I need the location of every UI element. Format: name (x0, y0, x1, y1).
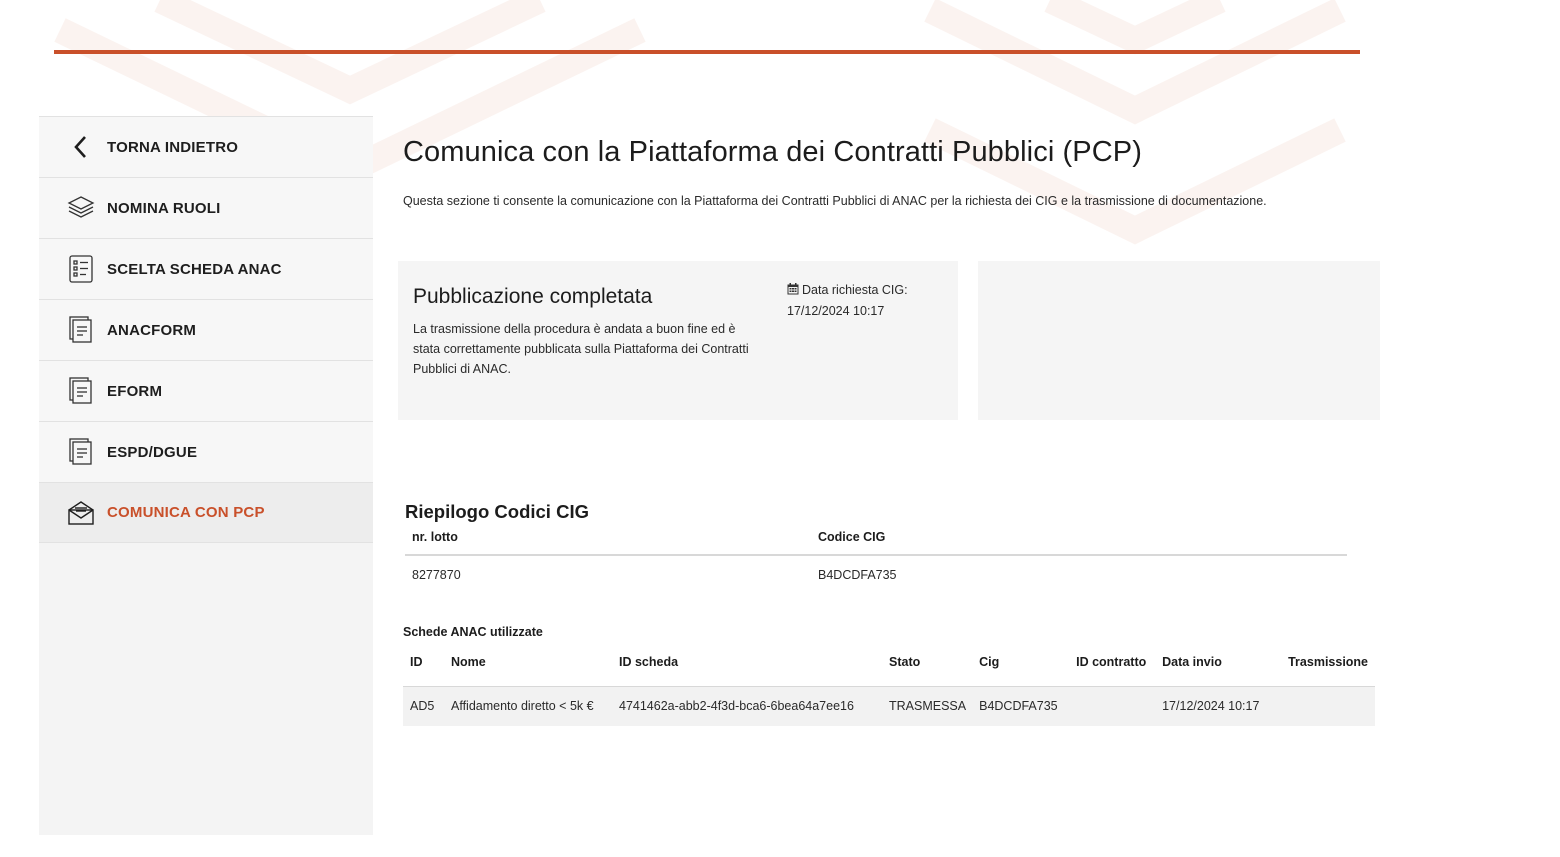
sidebar-item-label: ESPD/DGUE (107, 443, 198, 461)
table-cell: 4741462a-abb2-4f3d-bca6-6bea64a7ee16 (612, 686, 882, 726)
sidebar-item-label: SCELTA SCHEDA ANAC (107, 260, 282, 278)
status-title: Pubblicazione completata (413, 285, 653, 308)
sidebar-item-label: EFORM (107, 382, 163, 400)
status-card: Pubblicazione completata La trasmissione… (398, 261, 958, 420)
table-cell: 17/12/2024 10:17 (1155, 686, 1282, 726)
column-header: ID contratto (1069, 652, 1156, 687)
documents-icon (67, 437, 95, 467)
sidebar-item-comunica-con-pcp[interactable]: COMUNICA CON PCP (39, 482, 373, 543)
envelope-open-icon (67, 498, 95, 528)
table-cell: B4DCDFA735 (972, 686, 1070, 726)
column-header: Codice CIG (811, 520, 1347, 556)
column-header: ID (403, 652, 444, 687)
column-header: Trasmissione (1281, 652, 1375, 687)
table-row: 8277870 B4DCDFA735 (405, 555, 1347, 594)
sidebar-item-label: ANACFORM (107, 321, 197, 339)
sidebar-item-label: COMUNICA CON PCP (107, 504, 265, 521)
column-header: nr. lotto (405, 520, 811, 556)
column-header: Data invio (1155, 652, 1282, 687)
sidebar-item-nomina-ruoli[interactable]: NOMINA RUOLI (39, 177, 373, 238)
column-header: Cig (972, 652, 1070, 687)
calendar-icon (787, 281, 799, 301)
table-cell: B4DCDFA735 (818, 568, 897, 582)
sidebar-item-eform[interactable]: EFORM (39, 360, 373, 421)
column-header: Stato (882, 652, 973, 687)
sidebar-item-label: NOMINA RUOLI (107, 199, 221, 217)
table-cell: TRASMESSA (882, 686, 973, 726)
sidebar-item-torna-indietro[interactable]: TORNA INDIETRO (39, 116, 373, 177)
column-header: Nome (444, 652, 612, 687)
table-cell: AD5 (403, 686, 444, 726)
documents-icon (67, 315, 95, 345)
layers-icon (67, 193, 95, 223)
table-cell: Affidamento diretto < 5k € (444, 686, 612, 726)
empty-card (978, 261, 1380, 420)
sidebar: TORNA INDIETRO NOMINA RUOLI SCELTA SCHED… (39, 116, 373, 835)
page-title: Comunica con la Piattaforma dei Contratt… (403, 136, 1142, 168)
status-text: La trasmissione della procedura è andata… (413, 322, 749, 376)
sidebar-item-anacform[interactable]: ANACFORM (39, 299, 373, 360)
sidebar-item-espd-dgue[interactable]: ESPD/DGUE (39, 421, 373, 482)
table-cell (1281, 686, 1375, 726)
date-value: 17/12/2024 10:17 (787, 304, 885, 318)
chevron-left-icon (67, 132, 95, 162)
sidebar-item-label: TORNA INDIETRO (107, 138, 239, 156)
schede-table: ID Nome ID scheda Stato Cig ID contratto… (403, 652, 1375, 726)
documents-icon (67, 376, 95, 406)
sidebar-item-scelta-scheda-anac[interactable]: SCELTA SCHEDA ANAC (39, 238, 373, 299)
cig-request-date: Data richiesta CIG: 17/12/2024 10:17 (787, 280, 937, 321)
header-accent-line (54, 50, 1360, 54)
page-description: Questa sezione ti consente la comunicazi… (403, 194, 1267, 208)
table-row: AD5 Affidamento diretto < 5k € 4741462a-… (403, 686, 1375, 726)
date-label: Data richiesta CIG: (802, 283, 908, 297)
table-cell: 8277870 (412, 568, 461, 582)
table-cell (1069, 686, 1156, 726)
schede-title: Schede ANAC utilizzate (403, 625, 543, 639)
cig-summary-table: nr. lotto Codice CIG 8277870 B4DCDFA735 (405, 520, 1347, 594)
column-header: ID scheda (612, 652, 882, 687)
checklist-icon (67, 254, 95, 284)
